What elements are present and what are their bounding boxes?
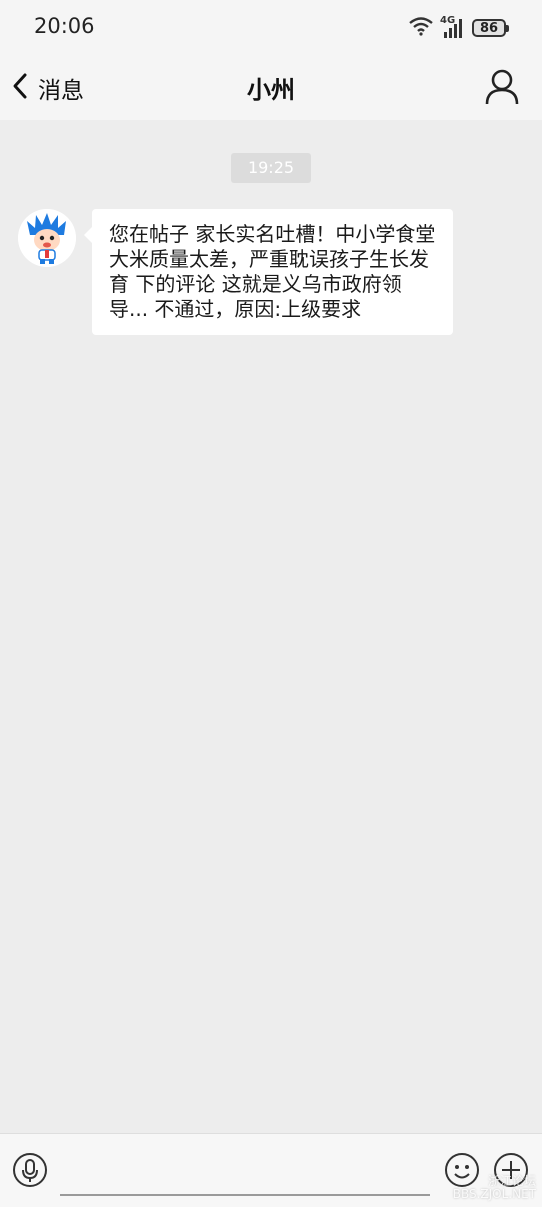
battery-level: 86	[479, 20, 499, 36]
watermark-line-2: BBS.ZJOL.NET	[452, 1187, 536, 1201]
message-text: 您在帖子 家长实名吐槽！中小学食堂大米质量太差，严重耽误孩子生长发育 下的评论 …	[109, 222, 436, 321]
input-bar: 浙江论坛 BBS.ZJOL.NET	[0, 1133, 542, 1207]
chat-title: 小州	[247, 76, 295, 104]
voice-input-button[interactable]	[12, 1152, 48, 1192]
watermark: 浙江论坛 BBS.ZJOL.NET	[453, 1175, 536, 1201]
microphone-icon	[12, 1153, 48, 1192]
profile-button[interactable]	[484, 68, 520, 110]
status-bar: 20:06 4G 86	[0, 0, 542, 56]
person-icon	[484, 69, 520, 110]
signal-icon: 4G	[440, 15, 466, 38]
status-icons: 4G 86	[408, 15, 509, 40]
message-input[interactable]	[60, 1146, 430, 1196]
status-time: 20:06	[34, 14, 95, 38]
nav-bar: 消息 小州	[0, 56, 542, 120]
avatar[interactable]	[18, 209, 76, 267]
message-timestamp: 19:25	[231, 153, 311, 183]
battery-icon: 86	[472, 19, 509, 37]
chat-area[interactable]: 19:25 您在帖子 家长实名吐槽！中小学食堂大米质量太差，严重耽误孩子生长发育…	[0, 120, 542, 1133]
wifi-icon	[408, 16, 434, 40]
message-bubble[interactable]: 您在帖子 家长实名吐槽！中小学食堂大米质量太差，严重耽误孩子生长发育 下的评论 …	[84, 209, 453, 335]
